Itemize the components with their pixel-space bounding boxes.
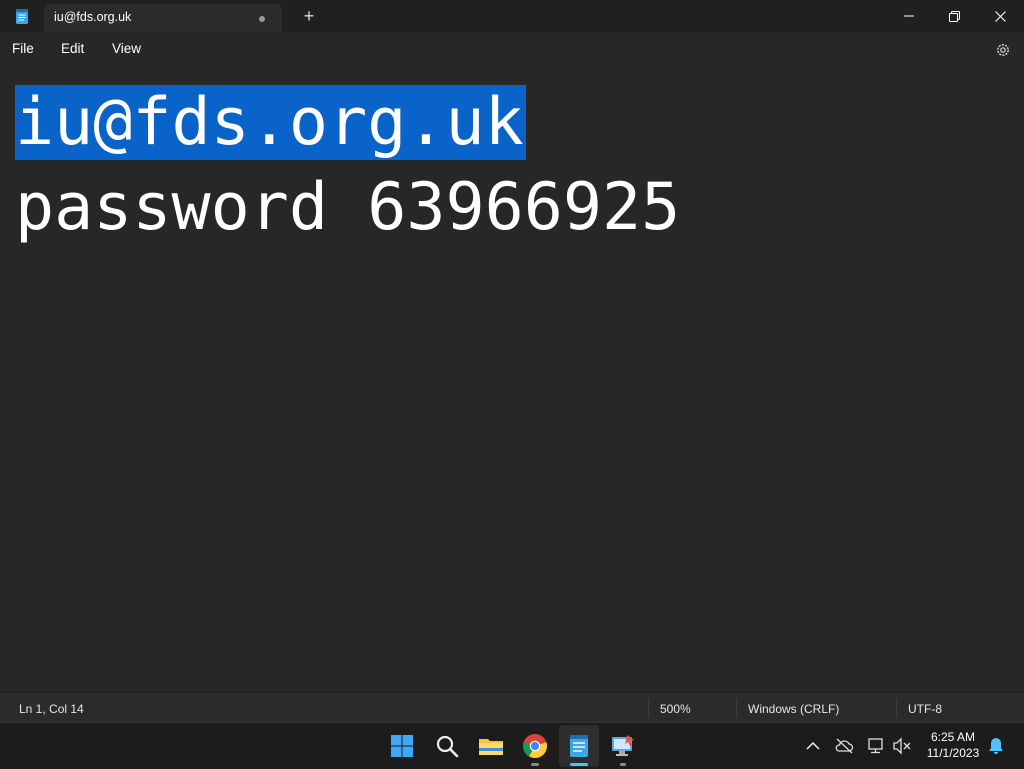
menu-file[interactable]: File <box>12 41 34 56</box>
file-explorer-button[interactable] <box>476 731 506 761</box>
cloud-offline-icon <box>835 738 854 754</box>
menu-bar: File Edit View <box>0 32 1024 68</box>
clock-date: 11/1/2023 <box>926 746 980 760</box>
tab-title: iu@fds.org.uk <box>54 10 132 24</box>
encoding[interactable]: UTF-8 <box>908 702 942 716</box>
zoom-level[interactable]: 500% <box>660 702 691 716</box>
tab-document[interactable]: iu@fds.org.uk <box>44 4 282 32</box>
minimize-icon <box>904 15 914 17</box>
clock-time: 6:25 AM <box>930 730 976 744</box>
running-indicator <box>620 763 626 766</box>
network-icon <box>868 738 883 754</box>
start-button[interactable] <box>387 731 417 761</box>
notepad-icon <box>570 735 588 757</box>
menu-edit[interactable]: Edit <box>61 41 84 56</box>
clock[interactable]: 6:25 AM 11/1/2023 <box>920 729 986 761</box>
restore-button[interactable] <box>931 0 977 32</box>
editor-line-1[interactable]: iu@fds.org.uk <box>15 81 526 165</box>
notepad-app-icon <box>16 9 28 24</box>
taskbar: 6:25 AM 11/1/2023 <box>0 722 1024 769</box>
cursor-position[interactable]: Ln 1, Col 14 <box>19 702 84 716</box>
editor-line-2[interactable]: password 63966925 <box>15 166 680 250</box>
menu-view[interactable]: View <box>112 41 141 56</box>
volume-tray-button[interactable] <box>892 736 912 756</box>
close-button[interactable] <box>977 0 1023 32</box>
volume-muted-icon <box>893 737 911 755</box>
selected-text[interactable]: iu@fds.org.uk <box>15 85 526 160</box>
new-tab-button[interactable]: + <box>297 5 321 27</box>
search-icon <box>436 735 459 758</box>
title-bar: iu@fds.org.uk + <box>0 0 1024 32</box>
close-icon <box>994 10 1006 22</box>
remote-desktop-button[interactable] <box>608 731 638 761</box>
status-divider <box>648 698 649 718</box>
notifications-button[interactable] <box>986 736 1006 756</box>
remote-desktop-icon <box>612 735 634 756</box>
status-divider <box>896 698 897 718</box>
gear-icon[interactable] <box>993 40 1013 60</box>
network-tray-button[interactable] <box>866 736 886 756</box>
chevron-up-icon <box>806 741 820 750</box>
status-bar: Ln 1, Col 14 500% Windows (CRLF) UTF-8 <box>0 692 1024 723</box>
running-indicator <box>531 763 539 766</box>
active-indicator <box>570 763 588 766</box>
minimize-button[interactable] <box>886 0 932 32</box>
notepad-taskbar-button[interactable] <box>564 731 594 761</box>
chrome-icon <box>523 734 547 758</box>
plus-icon: + <box>303 5 315 26</box>
search-button[interactable] <box>432 731 462 761</box>
file-explorer-icon <box>479 739 503 755</box>
onedrive-tray-button[interactable] <box>834 736 854 756</box>
windows-start-icon <box>391 735 413 757</box>
unsaved-indicator-icon[interactable] <box>259 16 265 22</box>
line-endings[interactable]: Windows (CRLF) <box>748 702 839 716</box>
bell-icon <box>989 738 1003 754</box>
show-hidden-icons-button[interactable] <box>803 736 823 756</box>
text-editor[interactable]: iu@fds.org.uk password 63966925 <box>0 68 1024 720</box>
restore-icon <box>948 10 960 22</box>
chrome-button[interactable] <box>520 731 550 761</box>
status-divider <box>736 698 737 718</box>
